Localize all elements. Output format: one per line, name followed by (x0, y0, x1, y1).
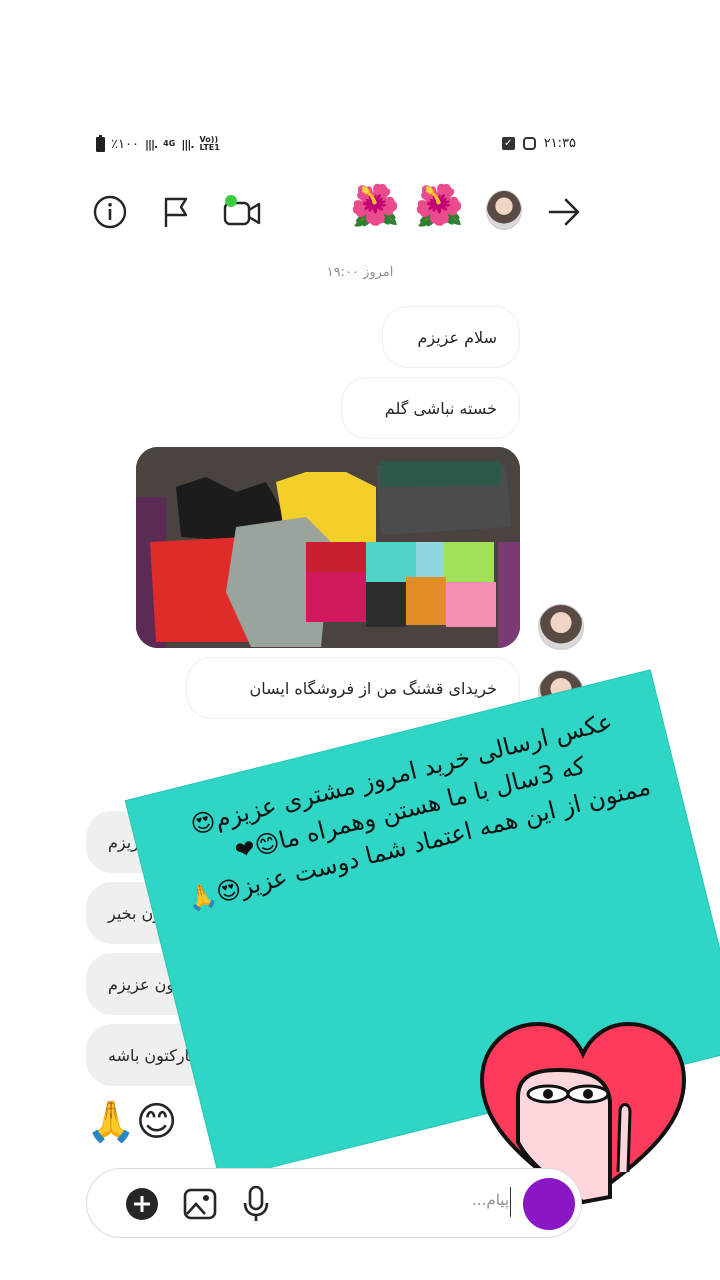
message-input[interactable]: پیام... (472, 1191, 509, 1209)
voice-button[interactable] (243, 1185, 269, 1227)
arrow-right-icon (548, 198, 580, 226)
status-bar: ٪۱۰۰ |||. 4G |||. Vo)) LTE1 ✓ ۲۱:۳۵ (96, 134, 576, 160)
info-button[interactable] (90, 192, 130, 232)
message-bubble[interactable]: سلام عزیزم (382, 306, 520, 368)
message-bubble[interactable]: خریدای قشنگ من از فروشگاه ایسان (186, 657, 520, 719)
status-right: ✓ ۲۱:۳۵ (501, 136, 576, 151)
send-button[interactable] (523, 1178, 575, 1230)
flower-emoji-1: 🌺 (350, 183, 400, 229)
clothing-photo-image (136, 447, 520, 648)
video-camera-icon (223, 195, 261, 226)
signal-icon-2: |||. (181, 137, 194, 151)
gallery-button[interactable] (183, 1187, 217, 1225)
emoji-message[interactable]: 🙏😊 (86, 1094, 178, 1150)
instagram-icon (522, 137, 536, 150)
flag-icon (164, 197, 188, 227)
report-button[interactable] (156, 192, 196, 232)
network-type: 4G (163, 139, 176, 148)
add-button[interactable] (125, 1187, 159, 1225)
text-cursor (510, 1187, 511, 1217)
timestamp-1: امروز ۱۹:۰۰ (326, 265, 394, 280)
chat-header: 🌺 🌺 (88, 180, 588, 240)
shared-photo[interactable] (136, 447, 520, 648)
clock: ۲۱:۳۵ (543, 136, 576, 151)
contact-avatar[interactable] (486, 190, 522, 230)
checkbox-notification-icon: ✓ (501, 137, 515, 150)
image-icon (183, 1188, 217, 1220)
flower-emoji-2: 🌺 (414, 183, 464, 229)
message-composer: پیام... (86, 1168, 582, 1238)
message-bubble[interactable]: خسته نباشی گلم (341, 377, 520, 439)
battery-level: ٪۱۰۰ (111, 136, 139, 152)
promo-text: عکس ارسالی خرید امروز مشتری عزیزم😍 که 3س… (164, 698, 656, 919)
info-icon (93, 195, 127, 229)
volte-label: Vo)) LTE1 (199, 135, 220, 152)
microphone-icon (243, 1185, 269, 1221)
status-left: ٪۱۰۰ |||. 4G |||. Vo)) LTE1 (96, 134, 222, 152)
back-button[interactable] (544, 192, 584, 232)
battery-icon (96, 134, 105, 152)
video-call-button[interactable] (222, 192, 262, 232)
plus-circle-icon (126, 1188, 158, 1220)
sender-avatar[interactable] (538, 604, 584, 650)
signal-icon: |||. (144, 137, 158, 151)
